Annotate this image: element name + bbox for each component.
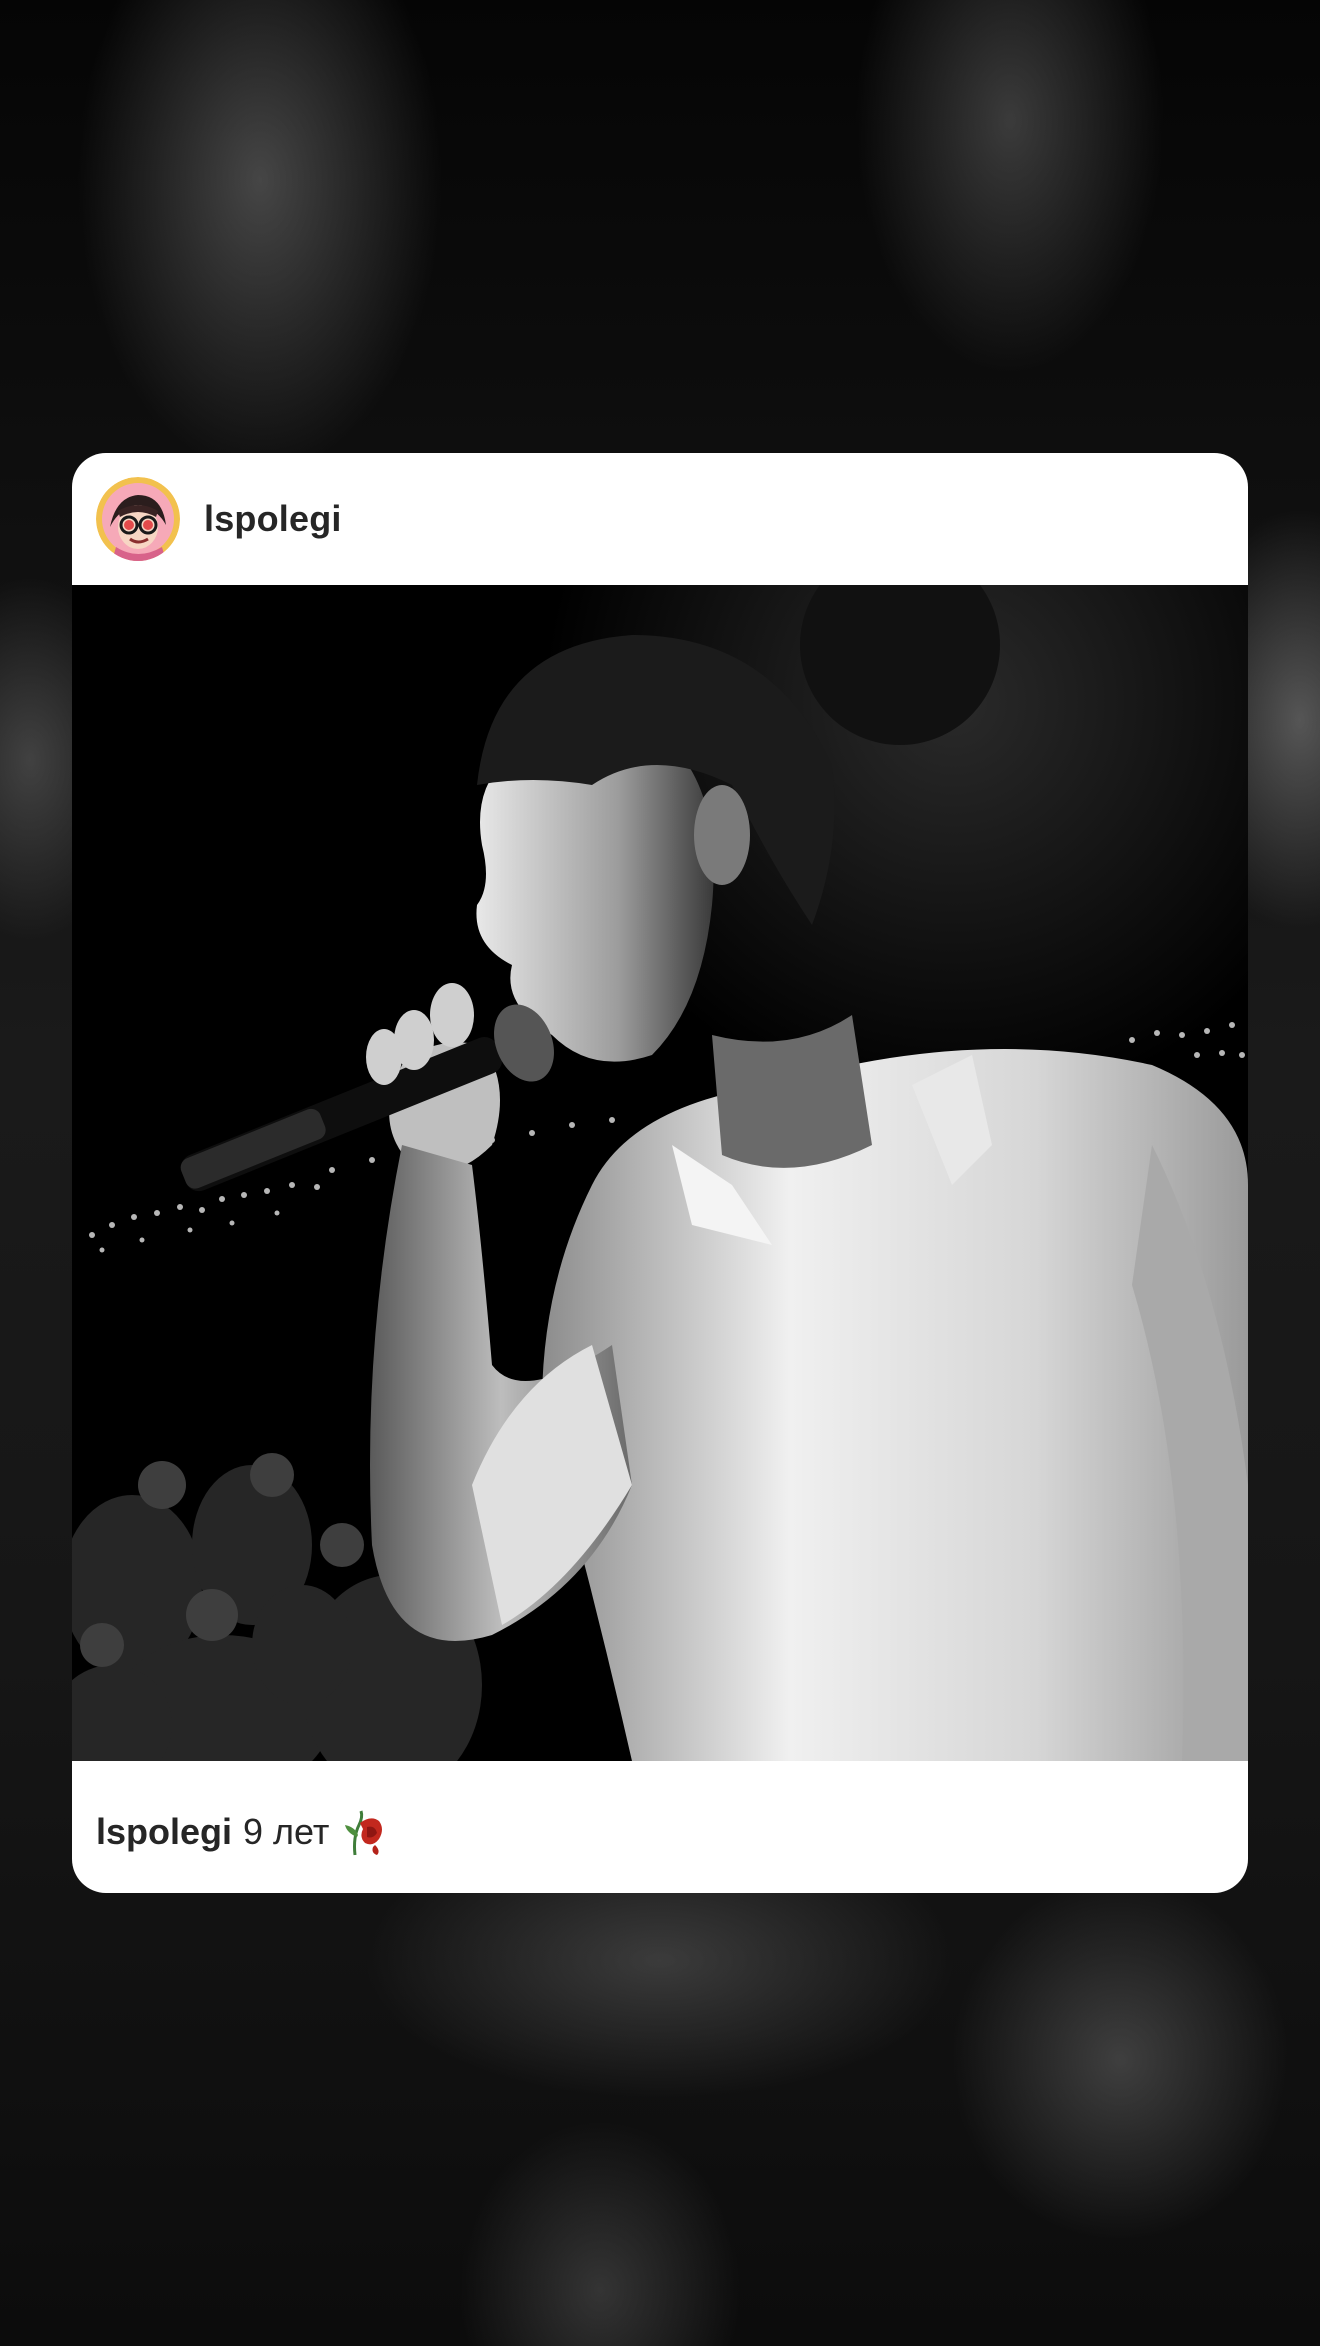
- caption-username[interactable]: lspolegi: [96, 1806, 232, 1858]
- concert-singer-photo: [72, 585, 1248, 1761]
- post-caption: lspolegi 9 лет: [96, 1806, 387, 1858]
- story-post-card[interactable]: lspolegi lspolegi 9 лет: [72, 453, 1248, 1893]
- post-photo[interactable]: [72, 585, 1248, 1761]
- avatar-cartoon-icon: [96, 477, 180, 561]
- wilted-rose-icon: [341, 1807, 387, 1857]
- post-header: lspolegi: [72, 453, 1248, 585]
- author-avatar[interactable]: [96, 477, 180, 561]
- caption-text: 9 лет: [243, 1811, 330, 1852]
- author-username[interactable]: lspolegi: [204, 493, 342, 545]
